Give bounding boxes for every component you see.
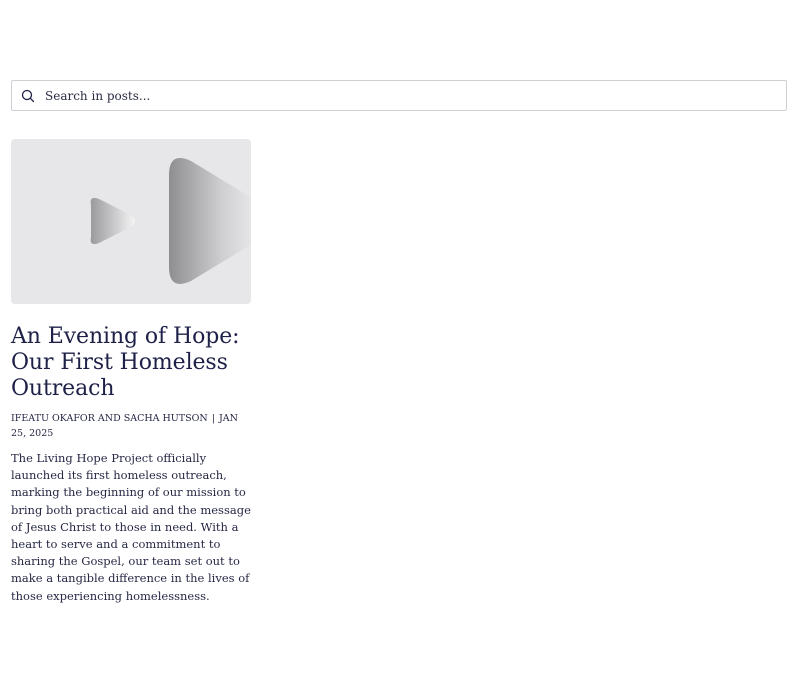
post-excerpt: The Living Hope Project officially launc…	[11, 451, 251, 603]
post-card: An Evening of Hope: Our First Homeless O…	[11, 139, 252, 605]
meta-separator: |	[211, 413, 215, 424]
post-authors: IFEATU OKAFOR AND SACHA HUTSON	[11, 413, 208, 424]
post-meta: IFEATU OKAFOR AND SACHA HUTSON | JAN 25, 2…	[11, 412, 252, 441]
search-bar[interactable]	[11, 80, 787, 118]
search-icon	[21, 88, 35, 103]
play-icon	[90, 158, 251, 284]
post-title[interactable]: An Evening of Hope: Our First Homeless O…	[11, 324, 252, 402]
post-thumbnail[interactable]	[11, 139, 251, 304]
search-input[interactable]	[45, 81, 778, 118]
